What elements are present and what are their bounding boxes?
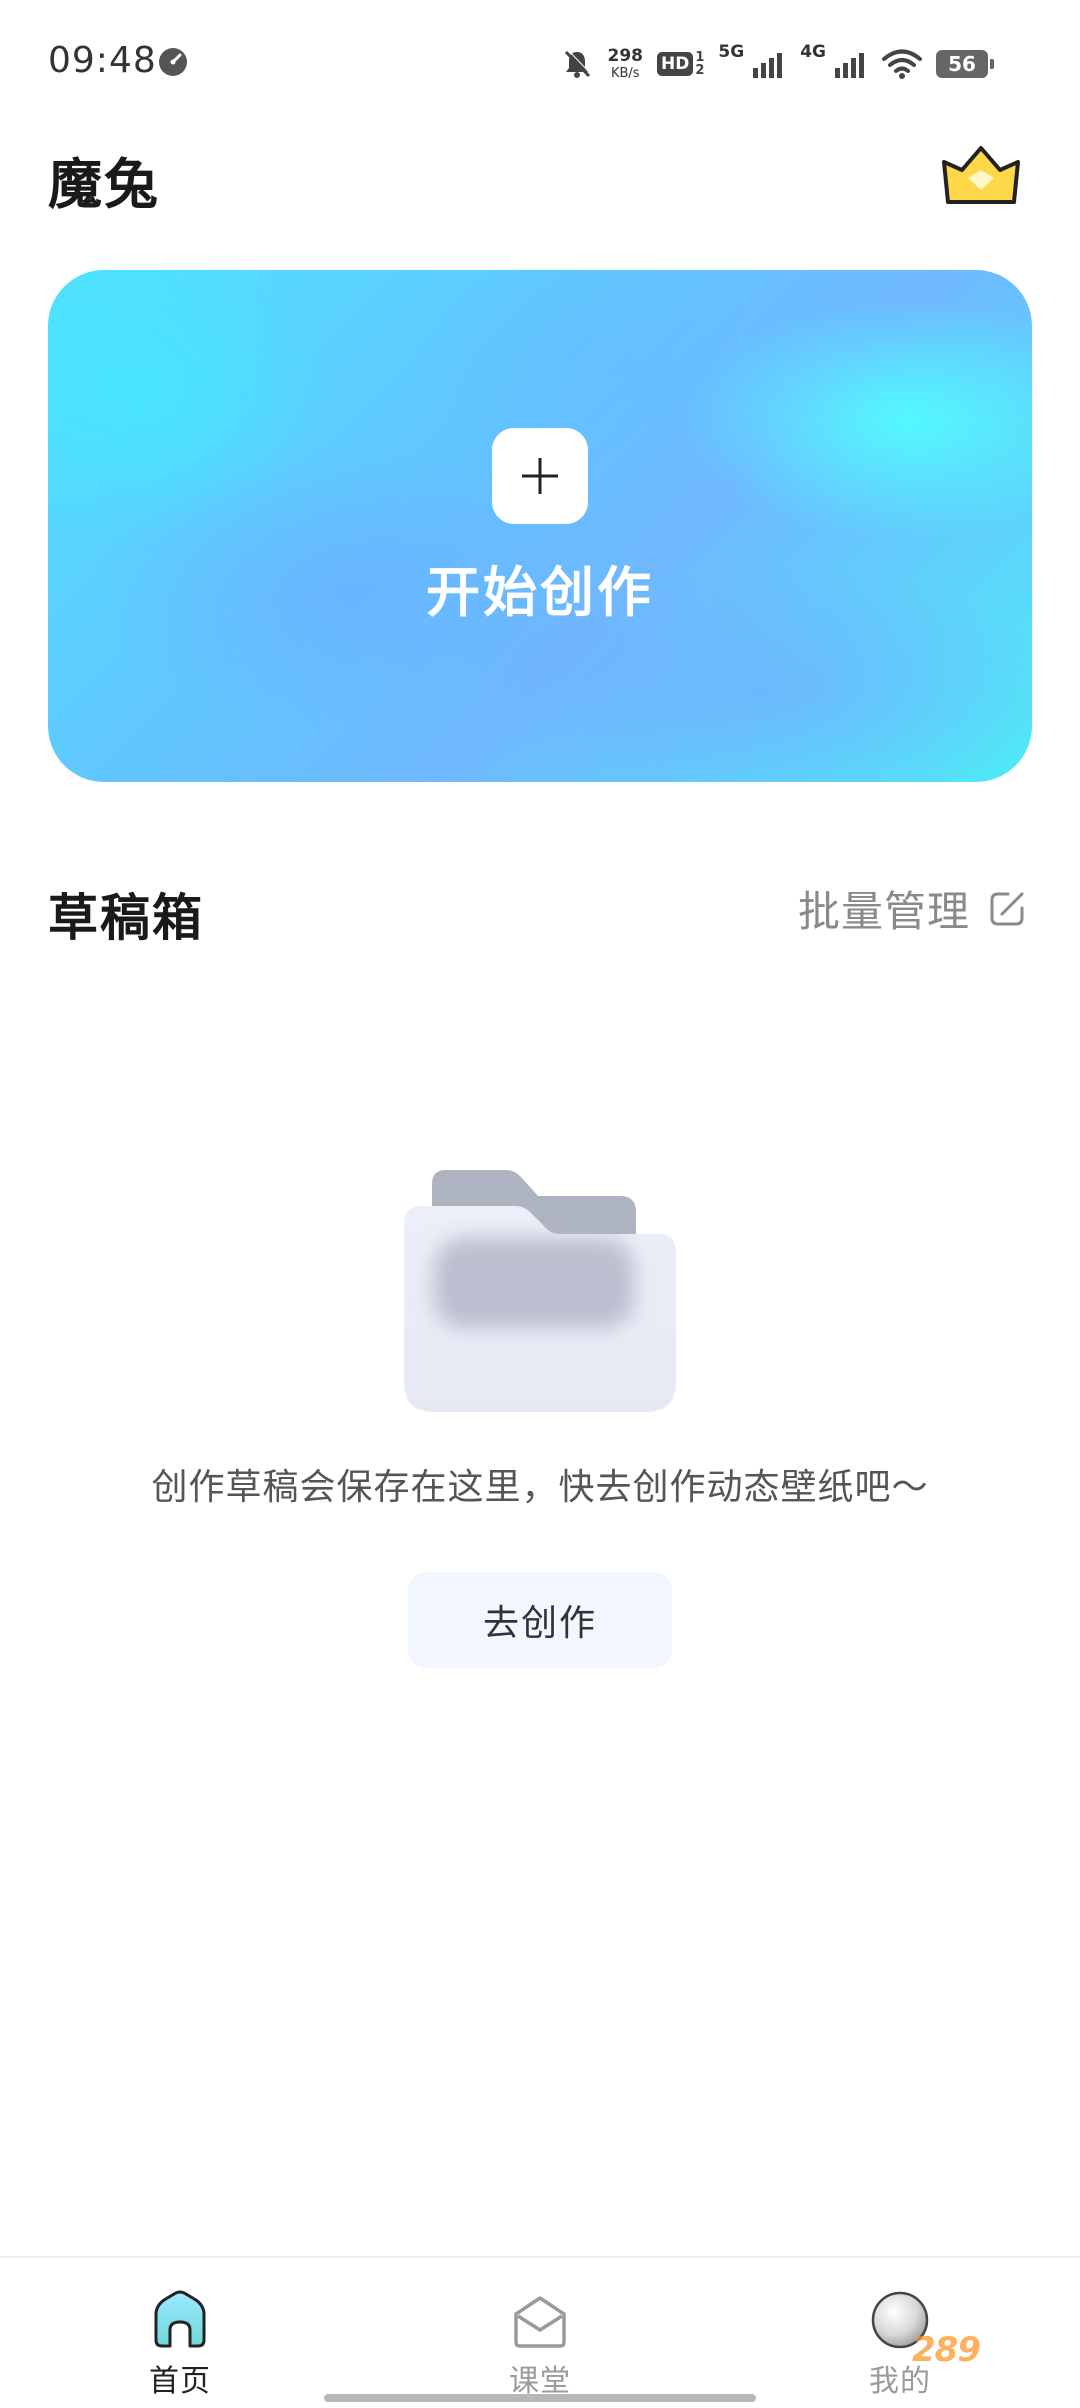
go-create-button[interactable]: 去创作 [408, 1572, 672, 1668]
nav-tab-mine[interactable]: 我的 [780, 2258, 1020, 2408]
home-indicator[interactable] [324, 2394, 756, 2402]
drafts-title: 草稿箱 [48, 889, 204, 947]
nav-tab-home-label: 首页 [149, 2364, 211, 2399]
signal-bars-icon [835, 53, 864, 78]
bell-muted-icon [564, 49, 591, 78]
home-icon [154, 2290, 206, 2348]
start-create-label: 开始创作 [426, 561, 654, 624]
status-time: 09:48 [48, 40, 157, 81]
edit-icon [990, 892, 1024, 926]
hd-sim-numbers: 12 [695, 50, 705, 78]
empty-drafts-message: 创作草稿会保存在这里，快去创作动态壁纸吧～ [151, 1467, 929, 1508]
status-bar: 09:48 298 KB/s HD 12 5G 4G 56 [0, 0, 1080, 120]
vip-crown-icon[interactable] [938, 140, 1024, 210]
empty-folder-icon [404, 1170, 676, 1412]
hd-label: HD [657, 52, 694, 76]
batch-manage-label: 批量管理 [797, 886, 970, 936]
sim1-network-label: 5G [718, 42, 745, 62]
start-create-banner[interactable]: 开始创作 [48, 270, 1032, 782]
nav-tab-home[interactable]: 首页 [60, 2258, 300, 2408]
classroom-icon [514, 2296, 566, 2348]
network-speed-value: 298 [607, 46, 644, 66]
status-icons: 298 KB/s HD 12 5G 4G 56 [560, 40, 994, 88]
batch-manage-button[interactable]: 批量管理 [798, 878, 1028, 938]
network-speed-unit: KB/s [610, 66, 640, 81]
hd-voice-icon: HD 12 [657, 51, 704, 77]
plus-icon [522, 458, 558, 494]
speedometer-icon [159, 48, 187, 76]
add-button[interactable] [492, 428, 588, 524]
app-screen: 09:48 298 KB/s HD 12 5G 4G 56 魔兔 开始创作 草稿… [0, 0, 1080, 2408]
sim2-network-label: 4G [800, 42, 826, 62]
nav-tab-classroom[interactable]: 课堂 [420, 2258, 660, 2408]
app-title: 魔兔 [48, 153, 160, 216]
battery-level: 56 [948, 52, 976, 76]
watermark-logo: 289 [912, 2330, 981, 2370]
network-speed: 298 KB/s [607, 46, 644, 81]
wifi-icon [882, 49, 922, 79]
signal-bars-icon [753, 53, 783, 78]
battery-icon: 56 [936, 50, 994, 78]
